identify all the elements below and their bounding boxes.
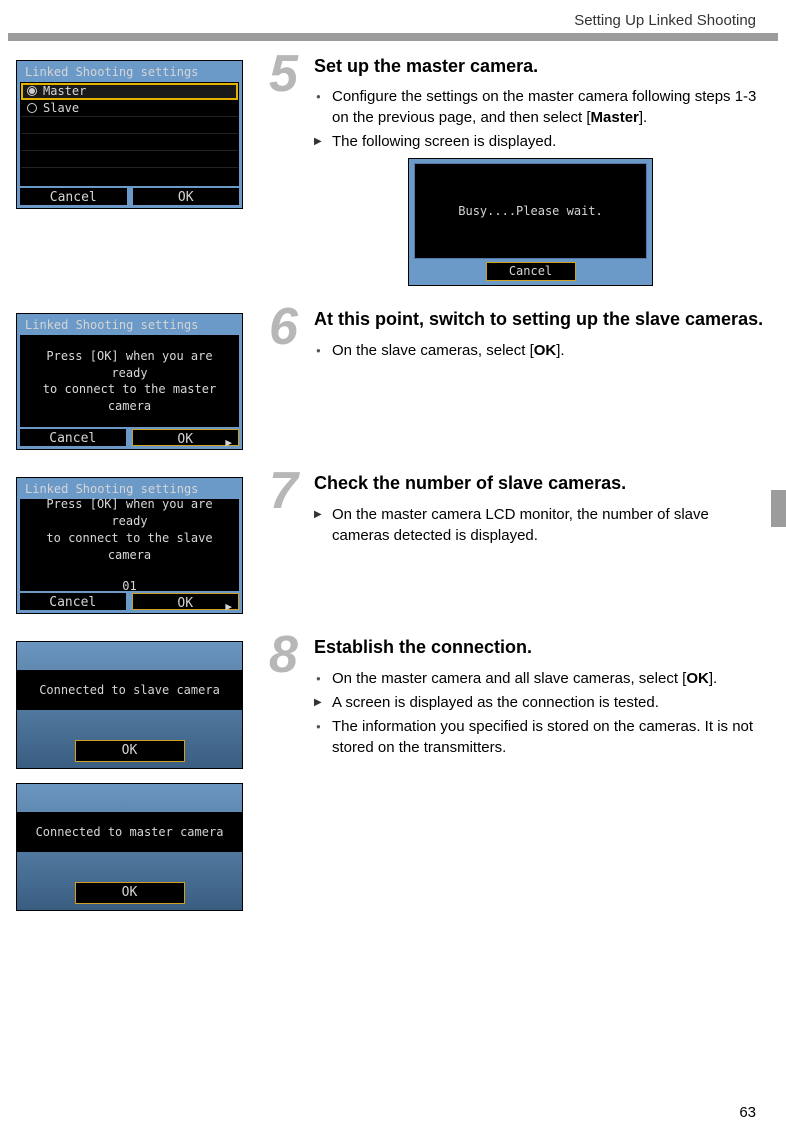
instruction-item: On the master camera LCD monitor, the nu… <box>314 504 764 546</box>
instruction-item: A screen is displayed as the connection … <box>314 692 764 713</box>
lcd-option-label: Master <box>43 83 86 100</box>
lcd-cancel-button: Cancel <box>20 593 126 610</box>
step-number-7: 7 <box>256 472 308 511</box>
lcd-ok-button: OK▶ <box>132 593 240 610</box>
lcd-step8-master: Connected to master camera OK <box>16 783 243 911</box>
lcd-busy: Busy....Please wait. Cancel <box>408 158 653 286</box>
lcd-step7: Linked Shooting settings Press [OK] when… <box>16 477 243 614</box>
step-6: Linked Shooting settings Press [OK] when… <box>16 308 764 450</box>
step-7: Linked Shooting settings Press [OK] when… <box>16 472 764 614</box>
header-divider <box>8 33 778 41</box>
lcd-option-slave: Slave <box>21 100 238 117</box>
instruction-item: The following screen is displayed. <box>314 131 764 152</box>
step-title: Establish the connection. <box>314 636 764 659</box>
instruction-item: Configure the settings on the master cam… <box>314 86 764 128</box>
step-5: Linked Shooting settings Master Slave <box>16 55 764 300</box>
instruction-item: On the slave cameras, select [OK]. <box>314 340 764 361</box>
lcd-cancel-button: Cancel <box>20 188 127 205</box>
lcd-busy-message: Busy....Please wait. <box>414 163 647 259</box>
radio-icon <box>27 103 37 113</box>
step-number-8: 8 <box>256 636 308 675</box>
lcd-message: Connected to slave camera <box>17 670 242 710</box>
step-title: Check the number of slave cameras. <box>314 472 764 495</box>
page-header-title: Setting Up Linked Shooting <box>574 12 756 29</box>
step-title: Set up the master camera. <box>314 55 764 78</box>
chapter-tab <box>771 490 786 527</box>
lcd-count: 01 <box>122 578 136 595</box>
lcd-option-master: Master <box>21 83 238 100</box>
lcd-step5: Linked Shooting settings Master Slave <box>16 60 243 209</box>
lcd-cancel-button: Cancel <box>486 262 576 281</box>
chevron-right-icon: ▶ <box>225 597 232 616</box>
lcd-cancel-button: Cancel <box>20 429 126 446</box>
lcd-ok-button: OK <box>75 882 185 904</box>
lcd-ok-button: OK▶ <box>132 429 240 446</box>
lcd-title: Linked Shooting settings <box>17 314 242 335</box>
lcd-step8-slave: Connected to slave camera OK <box>16 641 243 769</box>
chevron-right-icon: ▶ <box>225 433 232 452</box>
lcd-message: Press [OK] when you are readyto connect … <box>20 335 239 427</box>
lcd-ok-button: OK <box>75 740 185 762</box>
lcd-ok-button: OK <box>133 188 240 205</box>
step-title: At this point, switch to setting up the … <box>314 308 764 331</box>
instruction-item: On the master camera and all slave camer… <box>314 668 764 689</box>
lcd-message: Press [OK] when you are readyto connect … <box>20 499 239 591</box>
lcd-step6: Linked Shooting settings Press [OK] when… <box>16 313 243 450</box>
instruction-item: The information you specified is stored … <box>314 716 764 758</box>
step-number-5: 5 <box>256 55 308 94</box>
step-number-6: 6 <box>256 308 308 347</box>
lcd-message: Connected to master camera <box>17 812 242 852</box>
lcd-title: Linked Shooting settings <box>17 61 242 82</box>
step-8: Connected to slave camera OK Connected t… <box>16 636 764 925</box>
page-number: 63 <box>739 1104 756 1121</box>
radio-selected-icon <box>27 86 37 96</box>
content-area: Linked Shooting settings Master Slave <box>16 55 764 933</box>
lcd-option-label: Slave <box>43 100 79 117</box>
